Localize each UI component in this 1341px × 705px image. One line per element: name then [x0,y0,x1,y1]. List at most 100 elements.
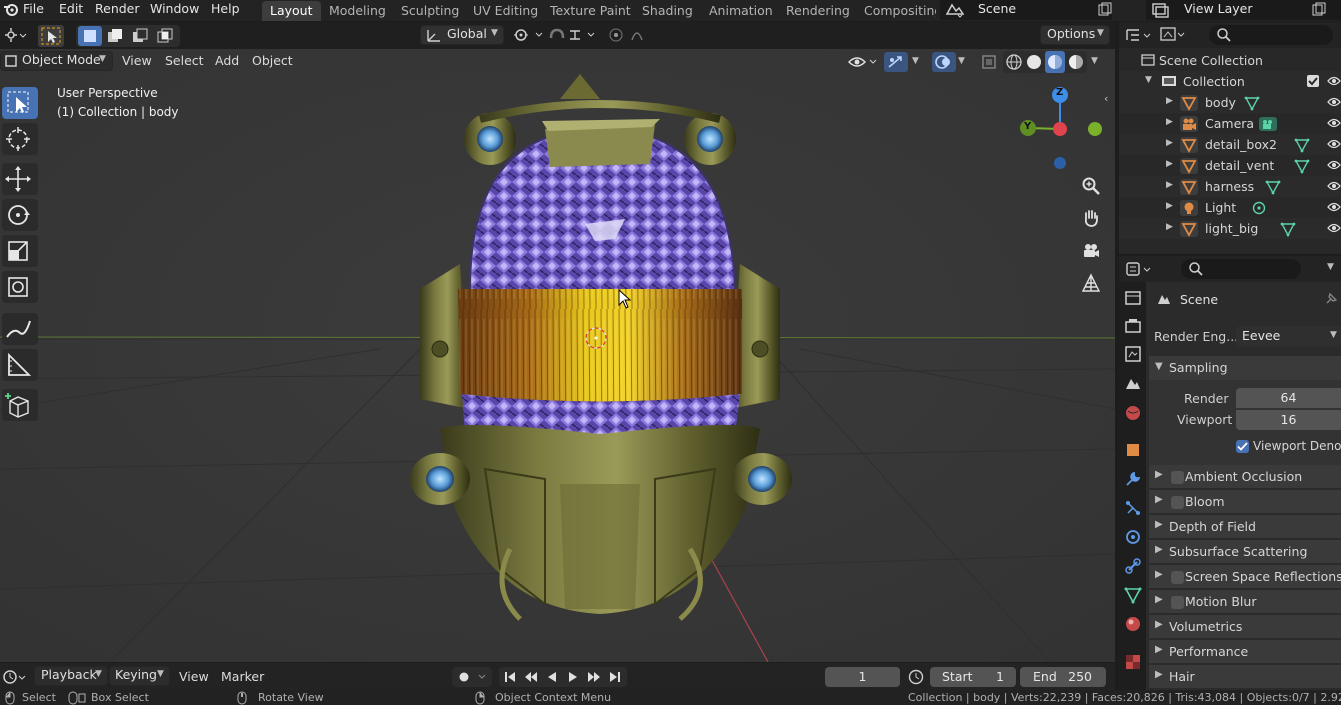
overlays-toggle-icon[interactable] [932,52,956,72]
menu-add[interactable]: Add [215,52,239,70]
sidebar-toggle-icon[interactable]: ‹ [1104,92,1108,105]
end-frame-field[interactable]: End 250 [1020,667,1106,687]
render-engine-dropdown[interactable]: Eevee ▼ [1236,326,1341,347]
outliner-editor-icon[interactable] [1125,27,1153,46]
outliner-item-body[interactable]: ▶ body [1119,92,1341,113]
menu-object[interactable]: Object [252,52,293,70]
outliner-item-camera[interactable]: ▶ Camera [1119,113,1341,134]
mode-new-icon[interactable] [78,26,102,46]
outliner-item-light[interactable]: ▶ Light [1119,197,1341,218]
transform-orientation-dropdown[interactable]: Global ▼ [420,25,504,45]
jump-end-icon[interactable] [608,670,622,687]
view-layer-tab-icon[interactable] [1123,374,1143,394]
expand-arrow-icon[interactable]: ▶ [1166,96,1173,106]
render-samples-field[interactable]: 64 [1236,388,1341,408]
menu-window[interactable]: Window [150,1,199,19]
scene-selector[interactable]: Scene [940,0,1112,20]
eye-icon[interactable] [1327,179,1341,196]
pan-hand-icon[interactable] [1081,208,1101,231]
sampling-panel-header[interactable]: ▼ Sampling [1149,356,1341,380]
material-shading-icon[interactable] [1045,51,1065,73]
cursor-tool-icon[interactable] [2,123,38,155]
expand-arrow-icon[interactable]: ▶ [1166,222,1173,232]
add-cube-tool-icon[interactable] [2,389,38,421]
play-reverse-icon[interactable] [545,670,559,687]
chevron-down-icon[interactable]: ▼ [1327,262,1334,272]
outliner-collection[interactable]: ▼ Collection [1119,71,1341,92]
particles-tab-icon[interactable] [1123,498,1143,518]
tab-uv-editing[interactable]: UV Editing [465,1,546,21]
panel-enable-checkbox[interactable] [1171,596,1184,609]
select-box-tool-icon[interactable] [2,87,38,119]
current-frame-field[interactable]: 1 [825,667,900,687]
outliner-scene-collection[interactable]: Scene Collection [1119,50,1341,71]
viewport-samples-field[interactable]: 16 [1236,410,1341,430]
timeline-editor-icon[interactable] [2,669,28,688]
mode-intersect-icon[interactable] [153,26,177,49]
eye-icon[interactable] [1327,200,1341,217]
rotate-tool-icon[interactable] [2,199,38,231]
texture-tab-icon[interactable] [1123,652,1143,672]
navigation-gizmo[interactable]: Z Y [1010,83,1110,173]
auto-keying-button[interactable] [452,667,492,687]
panel-bloom[interactable]: ▶ Bloom [1149,490,1341,514]
outliner-item-detail-vent[interactable]: ▶ detail_vent [1119,155,1341,176]
outliner-search-input[interactable] [1209,25,1333,45]
expand-arrow-icon[interactable]: ▶ [1166,159,1173,169]
physics-tab-icon[interactable] [1123,527,1143,547]
panel-enable-checkbox[interactable] [1171,496,1184,509]
timeline-menu-view[interactable]: View [179,668,209,686]
render-tab-icon[interactable] [1123,316,1143,336]
eye-icon[interactable] [1327,95,1341,112]
eye-icon[interactable] [1327,158,1341,175]
expand-arrow-icon[interactable]: ▶ [1166,138,1173,148]
menu-render[interactable]: Render [95,1,140,19]
duplicate-scene-icon[interactable] [1098,2,1112,19]
chevron-down-icon[interactable]: ▼ [912,56,919,66]
mode-subtract-icon[interactable] [128,26,152,49]
eye-icon[interactable] [1327,74,1341,91]
menu-file[interactable]: File [23,1,44,19]
outliner-item-detail-box2[interactable]: ▶ detail_box2 [1119,134,1341,155]
3d-viewport[interactable]: User Perspective (1) Collection | body Z… [0,49,1115,662]
mesh-data-icon[interactable] [1294,158,1310,177]
viewport-denoise-checkbox[interactable] [1236,440,1249,453]
mesh-data-icon[interactable] [1244,95,1260,114]
eye-icon[interactable] [1327,221,1341,238]
tab-animation[interactable]: Animation [701,1,781,21]
properties-editor-icon[interactable] [1125,261,1153,280]
menu-help[interactable]: Help [211,1,240,19]
play-icon[interactable] [566,670,580,687]
panel-depth-of-field[interactable]: ▶ Depth of Field [1149,515,1341,539]
scale-tool-icon[interactable] [2,235,38,267]
select-tool-icon[interactable] [38,25,64,47]
panel-screen-space-reflections[interactable]: ▶ Screen Space Reflections [1149,565,1341,589]
camera-view-icon[interactable] [1081,241,1101,264]
panel-hair[interactable]: ▶ Hair [1149,665,1341,689]
properties-search-input[interactable] [1181,259,1301,279]
proportional-edit-icon[interactable] [607,26,661,47]
eye-icon[interactable] [1327,116,1341,133]
eye-icon[interactable] [1327,137,1341,154]
world-tab-icon[interactable] [1123,403,1143,423]
next-keyframe-icon[interactable] [587,670,601,687]
tab-rendering[interactable]: Rendering [778,1,858,21]
mode-dropdown[interactable]: Object Mode ▼ [0,51,113,71]
tab-sculpting[interactable]: Sculpting [393,1,467,21]
menu-edit[interactable]: Edit [59,1,83,19]
collection-checkbox[interactable] [1307,75,1319,87]
expand-arrow-icon[interactable]: ▶ [1166,180,1173,190]
wireframe-shading-icon[interactable] [1005,53,1023,74]
zoom-icon[interactable] [1081,176,1101,199]
duplicate-layer-icon[interactable] [1312,2,1326,19]
prev-keyframe-icon[interactable] [524,670,538,687]
gizmo-toggle-icon[interactable] [884,52,908,72]
outliner-item-harness[interactable]: ▶ harness [1119,176,1341,197]
tab-modeling[interactable]: Modeling [321,1,394,21]
expand-arrow-icon[interactable]: ▼ [1145,75,1152,85]
menu-view[interactable]: View [122,52,152,70]
panel-ambient-occlusion[interactable]: ▶ Ambient Occlusion [1149,465,1341,489]
move-tool-icon[interactable] [2,163,38,195]
mesh-data-icon[interactable] [1294,137,1310,156]
start-frame-field[interactable]: Start 1 [930,667,1016,687]
